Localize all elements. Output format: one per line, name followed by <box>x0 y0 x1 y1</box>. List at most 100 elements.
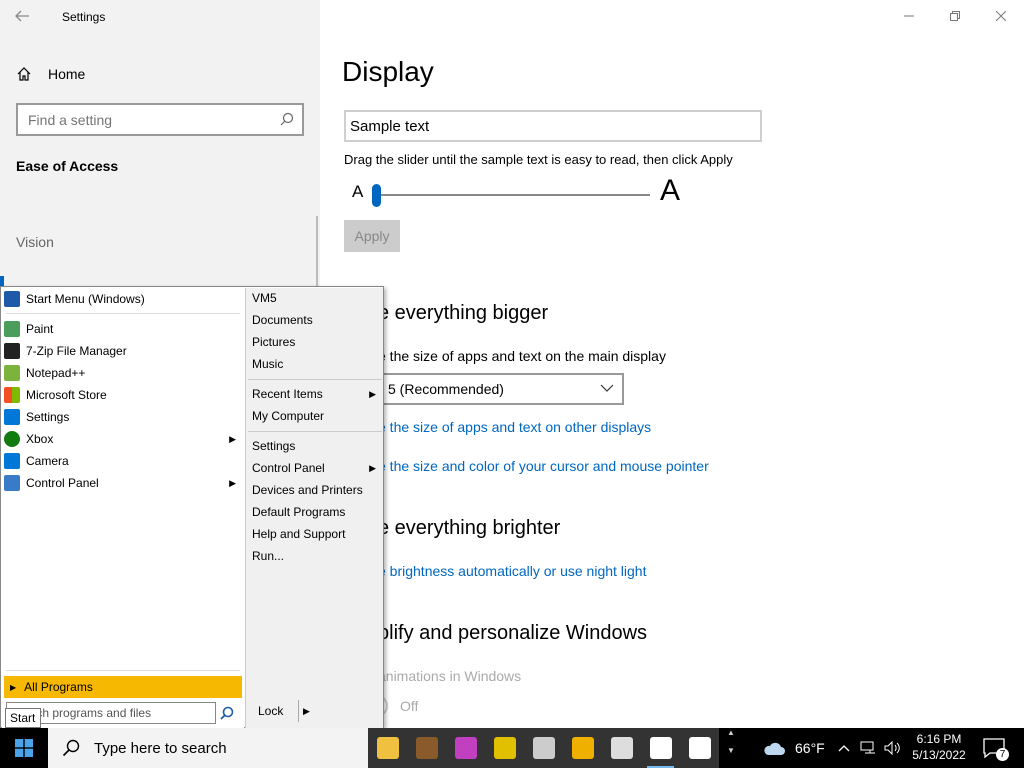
settings-gear-icon <box>4 409 20 425</box>
place-devices-printers[interactable]: Devices and Printers <box>252 480 380 500</box>
text-size-slider-thumb[interactable] <box>372 184 381 207</box>
slider-hint: Drag the slider until the sample text is… <box>344 152 733 167</box>
taskbar-app-button[interactable] <box>407 728 446 768</box>
search-icon <box>62 739 80 757</box>
place-default-programs[interactable]: Default Programs <box>252 502 380 522</box>
submenu-arrow-icon: ▶ <box>229 477 236 488</box>
taskbar-app-button[interactable] <box>563 728 602 768</box>
windows-logo-icon <box>15 739 33 757</box>
search-icon <box>280 112 294 126</box>
clock-time: 6:16 PM <box>916 732 962 746</box>
all-programs-button[interactable]: ▶ All Programs <box>4 676 242 698</box>
store-icon <box>4 387 20 403</box>
link-other-displays[interactable]: e the size of apps and text on other dis… <box>378 419 651 435</box>
taskbar-app-button[interactable] <box>524 728 563 768</box>
brighter-heading: e everything brighter <box>378 517 561 539</box>
separator <box>248 379 382 380</box>
file-explorer-icon <box>376 737 399 759</box>
settings-app-icon <box>649 737 672 759</box>
program-label: Paint <box>26 322 54 336</box>
program-label: Start Menu (Windows) <box>26 292 145 306</box>
place-settings[interactable]: Settings <box>252 436 380 456</box>
program-settings[interactable]: Settings <box>4 407 242 427</box>
start-menu-places: VM5 Documents Pictures Music Recent Item… <box>245 288 383 728</box>
place-help-support[interactable]: Help and Support <box>252 524 380 544</box>
lock-options-arrow-icon[interactable]: ▶ <box>298 700 314 722</box>
program-microsoft-store[interactable]: Microsoft Store <box>4 385 242 405</box>
notification-badge: 7 <box>996 748 1009 761</box>
coffee-app-icon <box>415 737 438 759</box>
taskbar-app-button[interactable] <box>368 728 407 768</box>
program-label: Settings <box>26 410 70 424</box>
program-7zip[interactable]: 7-Zip File Manager <box>4 341 242 361</box>
search-icon[interactable] <box>220 706 234 720</box>
paint-icon <box>4 321 20 337</box>
animations-label: animations in Windows <box>378 668 522 684</box>
text-size-slider-track[interactable] <box>378 194 650 196</box>
submenu-arrow-icon: ▶ <box>369 462 376 473</box>
program-label: Notepad++ <box>26 366 86 380</box>
separator <box>6 670 240 671</box>
taskbar-app-button[interactable] <box>602 728 641 768</box>
clock[interactable]: 6:16 PM 5/13/2022 <box>906 731 972 763</box>
taskbar-search-box[interactable]: Type here to search <box>48 728 368 768</box>
place-vm5[interactable]: VM5 <box>252 288 380 308</box>
taskbar-scroll[interactable]: ▲ ▼ <box>722 728 740 768</box>
network-icon[interactable] <box>860 741 878 755</box>
sidebar-scrollbar[interactable] <box>316 216 318 290</box>
weather-temp: 66°F <box>795 740 825 756</box>
home-icon <box>17 67 31 81</box>
link-cursor-pointer[interactable]: e the size and color of your cursor and … <box>378 458 709 474</box>
place-label: Recent Items <box>252 387 323 401</box>
settings-content: Display Sample text Drag the slider unti… <box>320 0 1024 728</box>
taskbar-app-button[interactable] <box>485 728 524 768</box>
notification-center-button[interactable]: 7 <box>982 736 1009 761</box>
weather-widget[interactable]: 66°F <box>762 728 825 768</box>
page-title: Display <box>342 56 434 87</box>
place-documents[interactable]: Documents <box>252 310 380 330</box>
taskbar-app-button[interactable] <box>446 728 485 768</box>
separator <box>6 313 240 314</box>
place-run[interactable]: Run... <box>252 546 380 566</box>
section-title: Ease of Access <box>16 158 119 174</box>
place-pictures[interactable]: Pictures <box>252 332 380 352</box>
back-arrow-icon[interactable] <box>14 8 34 28</box>
toggle-state: Off <box>400 698 419 714</box>
find-setting-box[interactable] <box>16 103 304 136</box>
place-my-computer[interactable]: My Computer <box>252 406 380 426</box>
start-button[interactable] <box>0 728 48 768</box>
program-control-panel[interactable]: Control Panel ▶ <box>4 473 242 493</box>
program-label: Microsoft Store <box>26 388 107 402</box>
scale-dropdown[interactable]: 5 (Recommended) <box>378 373 624 405</box>
control-panel-icon <box>4 475 20 491</box>
nav-home[interactable]: Home <box>16 64 85 84</box>
taskbar-app-button[interactable] <box>641 728 680 768</box>
notepadpp-icon <box>4 365 20 381</box>
start-menu: Start Menu (Windows) Paint 7-Zip File Ma… <box>0 286 384 728</box>
camera-icon <box>4 453 20 469</box>
apply-button[interactable]: Apply <box>344 220 400 252</box>
separator <box>248 431 382 432</box>
chevron-down-icon <box>600 384 614 392</box>
program-camera[interactable]: Camera <box>4 451 242 471</box>
taskbar-app-button[interactable] <box>680 728 719 768</box>
volume-icon[interactable] <box>884 741 902 755</box>
server-app-icon <box>610 737 633 759</box>
pinned-start-menu-windows[interactable]: Start Menu (Windows) <box>4 289 242 309</box>
find-setting-input[interactable] <box>18 105 268 134</box>
submenu-arrow-icon: ▶ <box>369 388 376 399</box>
place-recent-items[interactable]: Recent Items ▶ <box>252 384 380 404</box>
cloud-icon <box>764 742 785 755</box>
chevron-up-icon[interactable] <box>838 744 850 752</box>
bigger-subtitle: e the size of apps and text on the main … <box>378 348 666 364</box>
taskbar-search-placeholder: Type here to search <box>94 739 227 757</box>
program-xbox[interactable]: Xbox ▶ <box>4 429 242 449</box>
link-brightness[interactable]: e brightness automatically or use night … <box>378 563 646 579</box>
start-menu-programs: Start Menu (Windows) Paint 7-Zip File Ma… <box>2 288 244 728</box>
place-control-panel[interactable]: Control Panel ▶ <box>252 458 380 478</box>
program-notepadpp[interactable]: Notepad++ <box>4 363 242 383</box>
place-music[interactable]: Music <box>252 354 380 374</box>
start-menu-icon <box>4 291 20 307</box>
program-paint[interactable]: Paint <box>4 319 242 339</box>
group-label-vision: Vision <box>16 234 54 250</box>
